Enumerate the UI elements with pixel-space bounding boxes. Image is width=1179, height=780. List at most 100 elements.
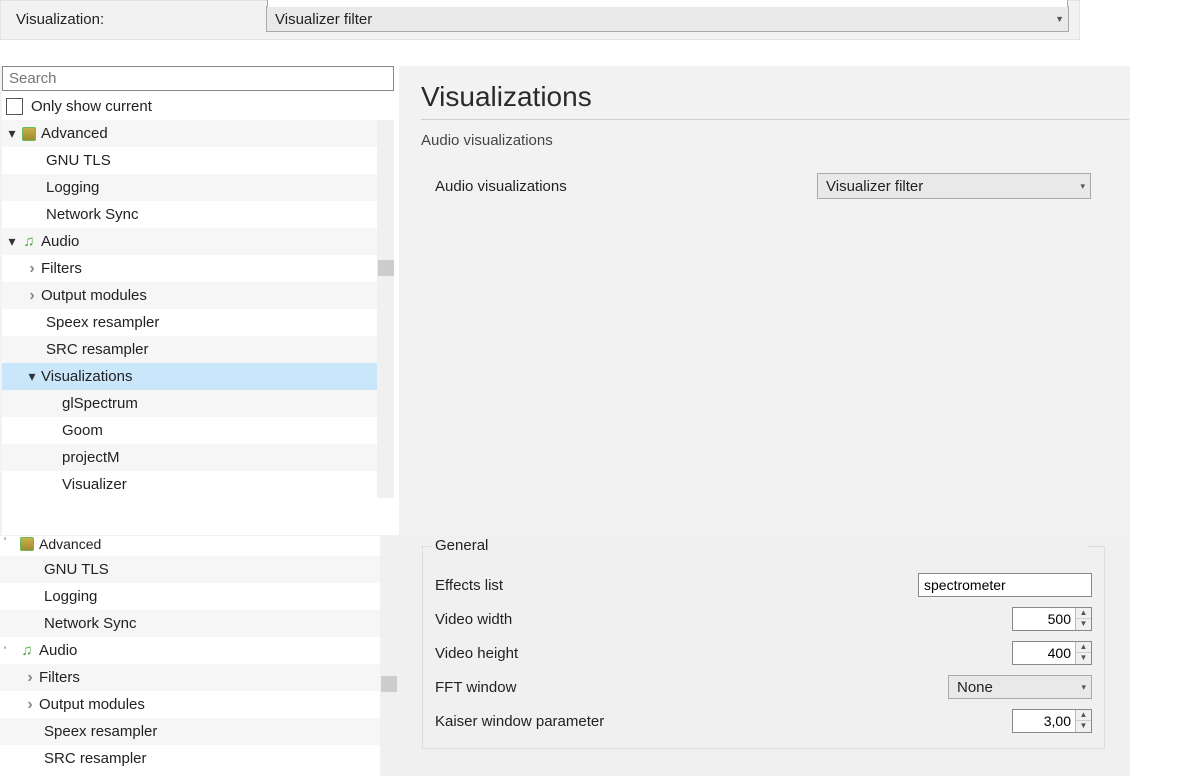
tree-item-visualizations[interactable]: Visualizations	[2, 363, 377, 390]
music-note-icon: ♫	[19, 643, 35, 659]
fft-window-select[interactable]: None ▾	[948, 675, 1092, 699]
tree-label: Audio	[39, 642, 77, 659]
tree-item-logging[interactable]: Logging	[2, 174, 377, 201]
tree-label: Advanced	[41, 125, 108, 142]
tree-label: GNU TLS	[46, 152, 111, 169]
tree-item-audio-2[interactable]: ' ♫ Audio	[0, 637, 380, 664]
video-height-spinner[interactable]: ▲ ▼	[1012, 641, 1092, 665]
effects-list-input[interactable]	[918, 573, 1092, 597]
tree-label: glSpectrum	[62, 395, 138, 412]
chevron-right-icon[interactable]	[26, 260, 38, 278]
tree-item-speex[interactable]: Speex resampler	[2, 309, 377, 336]
select-value: Visualizer filter	[826, 178, 923, 195]
tree-item-logging-2[interactable]: Logging	[0, 583, 380, 610]
form-pane: General Effects list Video width ▲ ▼ Vid…	[397, 536, 1130, 776]
video-width-spinner[interactable]: ▲ ▼	[1012, 607, 1092, 631]
tree-item-visualizer[interactable]: Visualizer	[2, 471, 377, 498]
spinner-up-button[interactable]: ▲	[1076, 608, 1091, 619]
tree-item-network-sync-2[interactable]: Network Sync	[0, 610, 380, 637]
bullet-icon: '	[4, 645, 16, 657]
tree-label: projectM	[62, 449, 120, 466]
video-width-input[interactable]	[1013, 608, 1075, 630]
tree-label: Output modules	[39, 696, 145, 713]
tree-item-gnu-tls-2[interactable]: GNU TLS	[0, 556, 380, 583]
kaiser-spinner[interactable]: ▲ ▼	[1012, 709, 1092, 733]
tree-label: Logging	[46, 179, 99, 196]
effects-list-label: Effects list	[435, 577, 918, 594]
tree-item-output-modules-2[interactable]: Output modules	[0, 691, 380, 718]
kaiser-input[interactable]	[1013, 710, 1075, 732]
tree-item-gnu-tls[interactable]: GNU TLS	[2, 147, 377, 174]
audio-visualizations-label: Audio visualizations	[435, 178, 817, 195]
tree-container: Advanced GNU TLS Logging Network Sync ♫ …	[2, 120, 399, 498]
spinner-down-button[interactable]: ▼	[1076, 619, 1091, 630]
settings-tree-pane: Only show current Advanced GNU TLS Loggi…	[2, 64, 399, 535]
fft-window-row: FFT window None ▾	[435, 670, 1092, 704]
video-height-input[interactable]	[1013, 642, 1075, 664]
only-show-current-label: Only show current	[31, 98, 152, 115]
audio-visualizations-select[interactable]: Visualizer filter ▾	[817, 173, 1091, 199]
tree-item-advanced-2[interactable]: ' Advanced	[0, 536, 380, 556]
chevron-down-icon: ▾	[1080, 181, 1085, 192]
tree-scrollbar-2[interactable]	[380, 536, 397, 776]
only-show-current-row[interactable]: Only show current	[2, 93, 399, 120]
tree-item-src[interactable]: SRC resampler	[2, 336, 377, 363]
audio-visualizations-row: Audio visualizations Visualizer filter ▾	[421, 173, 1129, 199]
tree-label: Logging	[44, 588, 97, 605]
tree-label: Network Sync	[44, 615, 137, 632]
cutoff-row	[422, 757, 1105, 776]
page-title: Visualizations	[421, 81, 1129, 113]
bullet-icon: '	[4, 536, 16, 548]
video-height-row: Video height ▲ ▼	[435, 636, 1092, 670]
chevron-right-icon[interactable]	[24, 669, 36, 687]
tree-label: Advanced	[39, 536, 101, 552]
top-panel: Visualization: Visualizer filter ▼	[0, 0, 1080, 40]
tree-item-goom[interactable]: Goom	[2, 417, 377, 444]
chevron-down-icon: ▼	[1055, 14, 1064, 24]
tree-label: Visualizations	[41, 368, 132, 385]
spinner-down-button[interactable]: ▼	[1076, 653, 1091, 664]
tree-item-projectm[interactable]: projectM	[2, 444, 377, 471]
visualization-select-value: Visualizer filter	[275, 11, 372, 28]
spinner-up-button[interactable]: ▲	[1076, 642, 1091, 653]
search-input[interactable]	[2, 66, 394, 91]
chevron-down-icon[interactable]	[6, 125, 18, 142]
only-show-current-checkbox[interactable]	[6, 98, 23, 115]
video-width-row: Video width ▲ ▼	[435, 602, 1092, 636]
tree-item-filters-2[interactable]: Filters	[0, 664, 380, 691]
bottom-section: ' Advanced GNU TLS Logging Network Sync …	[0, 536, 1130, 776]
chevron-down-icon: ▾	[1081, 682, 1086, 693]
scrollbar-thumb[interactable]	[381, 676, 397, 692]
spinner-buttons: ▲ ▼	[1075, 710, 1091, 732]
settings-tree-pane-2: ' Advanced GNU TLS Logging Network Sync …	[0, 536, 397, 776]
tree-item-advanced[interactable]: Advanced	[2, 120, 377, 147]
tree-item-src-2[interactable]: SRC resampler	[0, 745, 380, 772]
spinner-up-button[interactable]: ▲	[1076, 710, 1091, 721]
tree-item-output-modules[interactable]: Output modules	[2, 282, 377, 309]
tree-item-network-sync[interactable]: Network Sync	[2, 201, 377, 228]
chevron-right-icon[interactable]	[26, 287, 38, 305]
tree-item-audio[interactable]: ♫ Audio	[2, 228, 377, 255]
visualization-select[interactable]: Visualizer filter ▼	[266, 6, 1069, 32]
tree-item-glspectrum[interactable]: glSpectrum	[2, 390, 377, 417]
tree-label: Visualizer	[62, 476, 127, 493]
tree-scrollbar[interactable]	[377, 120, 394, 498]
chevron-down-icon[interactable]	[26, 368, 38, 385]
select-value: None	[957, 679, 993, 696]
tree-item-filters[interactable]: Filters	[2, 255, 377, 282]
tree-label: Audio	[41, 233, 79, 250]
music-note-icon: ♫	[21, 234, 37, 250]
spinner-buttons: ▲ ▼	[1075, 608, 1091, 630]
tree-label: Speex resampler	[44, 723, 157, 740]
section-subtitle: Audio visualizations	[421, 132, 1129, 149]
chevron-right-icon[interactable]	[24, 696, 36, 714]
middle-section: Only show current Advanced GNU TLS Loggi…	[0, 66, 1130, 536]
effects-list-row: Effects list	[435, 568, 1092, 602]
tree-label: Speex resampler	[46, 314, 159, 331]
spinner-buttons: ▲ ▼	[1075, 642, 1091, 664]
chevron-down-icon[interactable]	[6, 233, 18, 250]
scrollbar-thumb[interactable]	[378, 260, 394, 276]
spinner-down-button[interactable]: ▼	[1076, 721, 1091, 732]
visualization-row: Visualization: Visualizer filter ▼	[6, 1, 1074, 32]
tree-item-speex-2[interactable]: Speex resampler	[0, 718, 380, 745]
